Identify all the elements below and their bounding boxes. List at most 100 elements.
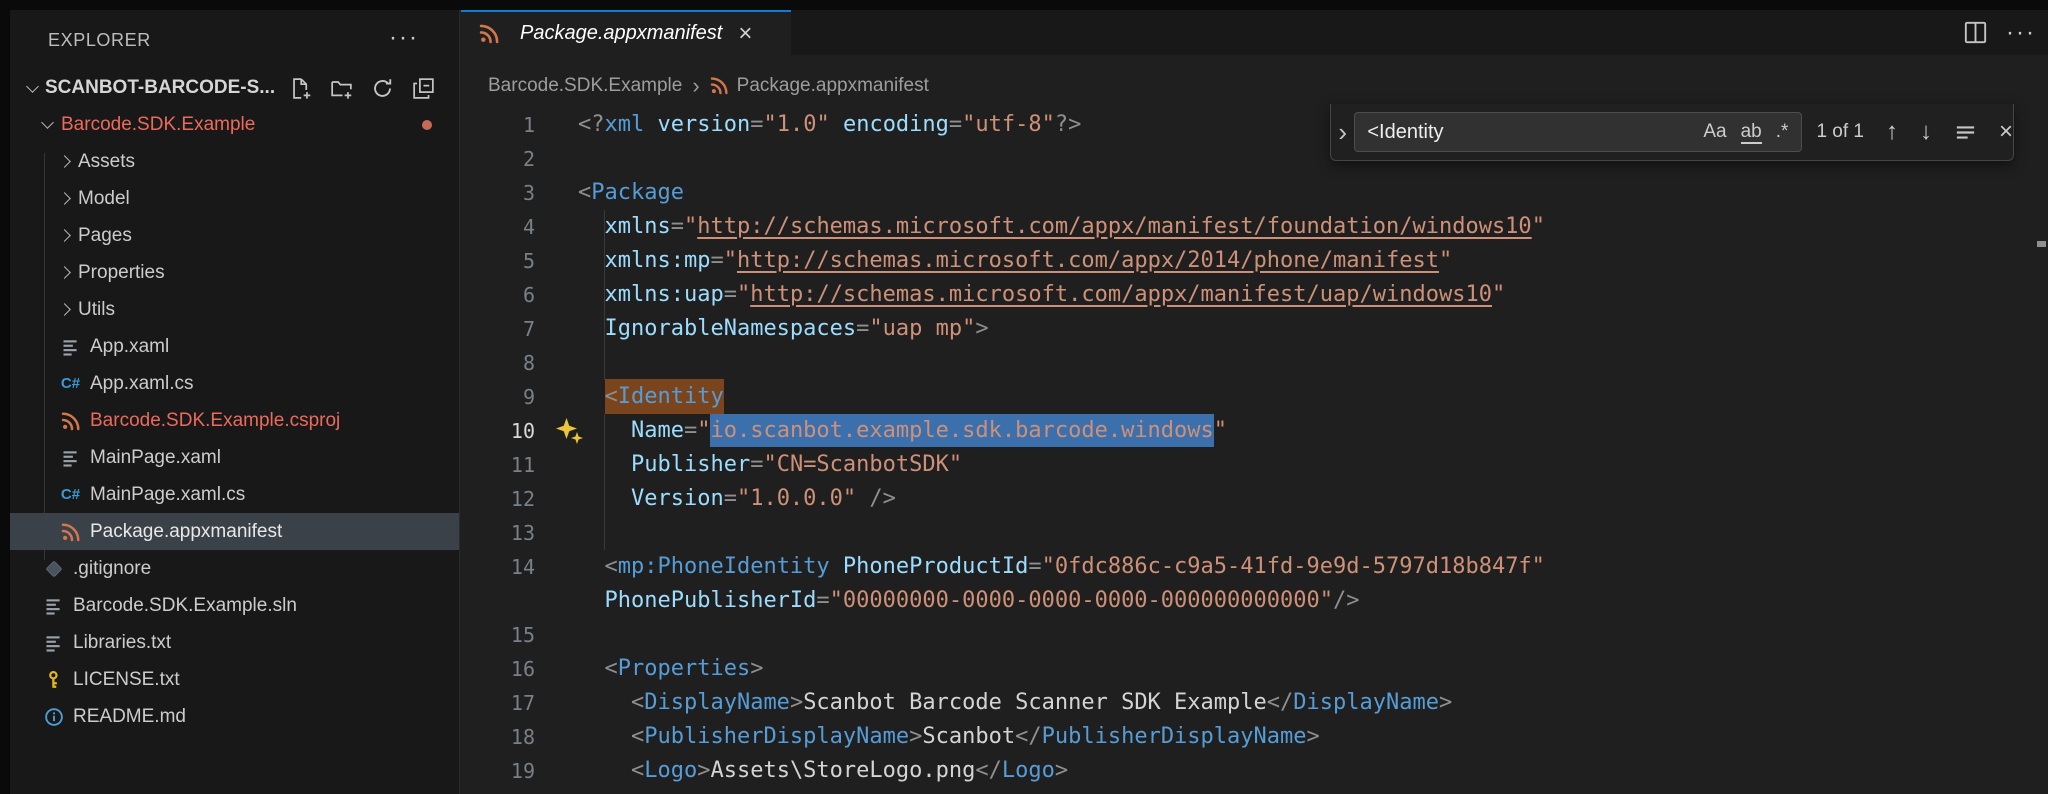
regex-toggle[interactable]: .* [1769,119,1796,145]
editor-more-actions-icon[interactable]: ··· [2006,19,2036,47]
overview-ruler-match-marker [2037,241,2046,247]
tree-item-assets[interactable]: Assets [10,143,459,180]
tab-label: Package.appxmanifest [520,22,723,44]
tree-item-label: Assets [78,150,136,172]
line-number: 18 [510,725,535,749]
line-number: 16 [510,657,535,681]
new-folder-icon[interactable] [329,76,353,100]
window-top-strip [0,0,2048,10]
breadcrumb-item-folder[interactable]: Barcode.SDK.Example [488,75,682,97]
modified-dot-indicator [422,119,432,130]
find-input[interactable] [1367,120,1697,144]
find-widget: › Aa ab .* 1 of 1 ↑ ↓ × [1330,104,2014,161]
find-in-selection-icon[interactable] [1954,121,1977,144]
tree-item-mainpage-xaml[interactable]: MainPage.xaml [10,439,459,476]
breadcrumb-item-file[interactable]: Package.appxmanifest [737,75,929,97]
window-left-strip [0,0,10,794]
tree-item-readme-md[interactable]: README.md [10,698,459,735]
split-editor-icon[interactable] [1963,20,1988,45]
new-file-icon[interactable] [288,76,312,100]
tree-item-mainpage-xaml-cs[interactable]: C# MainPage.xaml.cs [10,476,459,513]
rss-file-icon [479,23,500,44]
tree-item-barcode-sdk-example[interactable]: Barcode.SDK.Example [10,106,459,143]
code-line[interactable]: PhonePublisherId="00000000-0000-0000-000… [578,584,1360,618]
code-line[interactable]: xmlns="http://schemas.microsoft.com/appx… [578,210,1545,244]
find-close-icon[interactable]: × [1999,120,2013,144]
breadcrumb: Barcode.SDK.Example › Package.appxmanife… [461,55,2048,108]
code-line[interactable]: Name="io.scanbot.example.sdk.barcode.win… [578,414,1227,448]
breadcrumb-separator: › [692,72,700,98]
tree-item-app-xaml-cs[interactable]: C# App.xaml.cs [10,365,459,402]
lines-icon [60,336,81,357]
line-number: 12 [510,487,535,511]
refresh-icon[interactable] [370,76,394,100]
info-icon [43,706,64,727]
key-icon [43,669,64,690]
indent-guide [604,346,605,380]
code-line[interactable]: xmlns:uap="http://schemas.microsoft.com/… [578,278,1506,312]
code-line[interactable]: <Logo>Assets\StoreLogo.png</Logo> [578,754,1068,788]
tree-item-label: Model [78,187,130,209]
find-input-box: Aa ab .* [1354,112,1803,152]
code-line[interactable]: IgnorableNamespaces="uap mp"> [578,312,989,346]
tab-close-icon[interactable]: × [738,21,752,46]
code-line[interactable]: <DisplayName>Scanbot Barcode Scanner SDK… [578,686,1452,720]
line-number: 5 [522,249,535,273]
find-previous-icon[interactable]: ↑ [1886,120,1898,144]
line-number: 19 [510,759,535,783]
tree-item-app-xaml[interactable]: App.xaml [10,328,459,365]
code-line[interactable]: xmlns:mp="http://schemas.microsoft.com/a… [578,244,1453,278]
tree-item-label: Package.appxmanifest [90,520,283,542]
csharp-icon: C# [60,375,81,392]
explorer-header: EXPLORER ··· [10,10,459,70]
tree-item-package-appxmanifest[interactable]: Package.appxmanifest [10,513,459,550]
explorer-more-actions-icon[interactable]: ··· [389,24,419,52]
tree-item-barcode-sdk-example-csproj[interactable]: Barcode.SDK.Example.csproj [10,402,459,439]
line-number: 4 [522,215,535,239]
code-line[interactable]: Version="1.0.0.0" /> [578,482,896,516]
tree-item-model[interactable]: Model [10,180,459,217]
tree-item-properties[interactable]: Properties [10,254,459,291]
tree-item-license-txt[interactable]: LICENSE.txt [10,661,459,698]
code-line[interactable]: <PublisherDisplayName>Scanbot</Publisher… [578,720,1320,754]
match-case-toggle[interactable]: Aa [1696,119,1733,145]
tree-item-label: Libraries.txt [73,631,172,653]
git-icon [43,558,64,579]
tree-item-barcode-sdk-example-sln[interactable]: Barcode.SDK.Example.sln [10,587,459,624]
code-line[interactable]: <Properties> [578,652,764,686]
tree-item-label: Pages [78,224,132,246]
line-number: 6 [522,283,535,307]
collapse-folders-icon[interactable] [411,76,435,100]
tree-item-label: README.md [73,705,186,727]
find-expand-replace-icon[interactable]: › [1331,119,1354,145]
line-number: 1 [522,113,535,137]
tree-item-label: Utils [78,298,115,320]
code-line[interactable]: Publisher="CN=ScanbotSDK" [578,448,962,482]
vscode-window: EXPLORER ··· SCANBOT-BARCODE-S... Barcod… [0,0,2048,794]
tree-item-label: App.xaml.cs [90,372,194,394]
line-number: 17 [510,691,535,715]
tree-item-pages[interactable]: Pages [10,217,459,254]
code-line[interactable]: <Identity [578,379,724,414]
editor-tab-bar: Package.appxmanifest × ··· [461,10,2048,55]
lines-icon [43,595,64,616]
tree-item-label: MainPage.xaml [90,446,221,468]
whole-word-toggle[interactable]: ab [1734,119,1769,145]
file-tree: Barcode.SDK.Example Assets Model Pages Prope… [10,106,459,794]
tab-package-appxmanifest[interactable]: Package.appxmanifest × [461,10,791,55]
tree-item--gitignore[interactable]: .gitignore [10,550,459,587]
line-number: 7 [522,317,535,341]
tree-item-utils[interactable]: Utils [10,291,459,328]
line-number: 8 [522,351,535,375]
chevron-right-icon [58,266,71,279]
code-line[interactable]: <mp:PhoneIdentity PhoneProductId="0fdc88… [578,550,1545,584]
chevron-right-icon [58,303,71,316]
code-line[interactable]: <Package [578,176,684,210]
chevron-right-icon [58,229,71,242]
line-number: 2 [522,147,535,171]
tree-item-libraries-txt[interactable]: Libraries.txt [10,624,459,661]
code-line[interactable]: <?xml version="1.0" encoding="utf-8"?> [578,108,1081,142]
workspace-root-row[interactable]: SCANBOT-BARCODE-S... [10,68,459,108]
find-next-icon[interactable]: ↓ [1920,120,1932,144]
rss-icon [60,521,81,542]
